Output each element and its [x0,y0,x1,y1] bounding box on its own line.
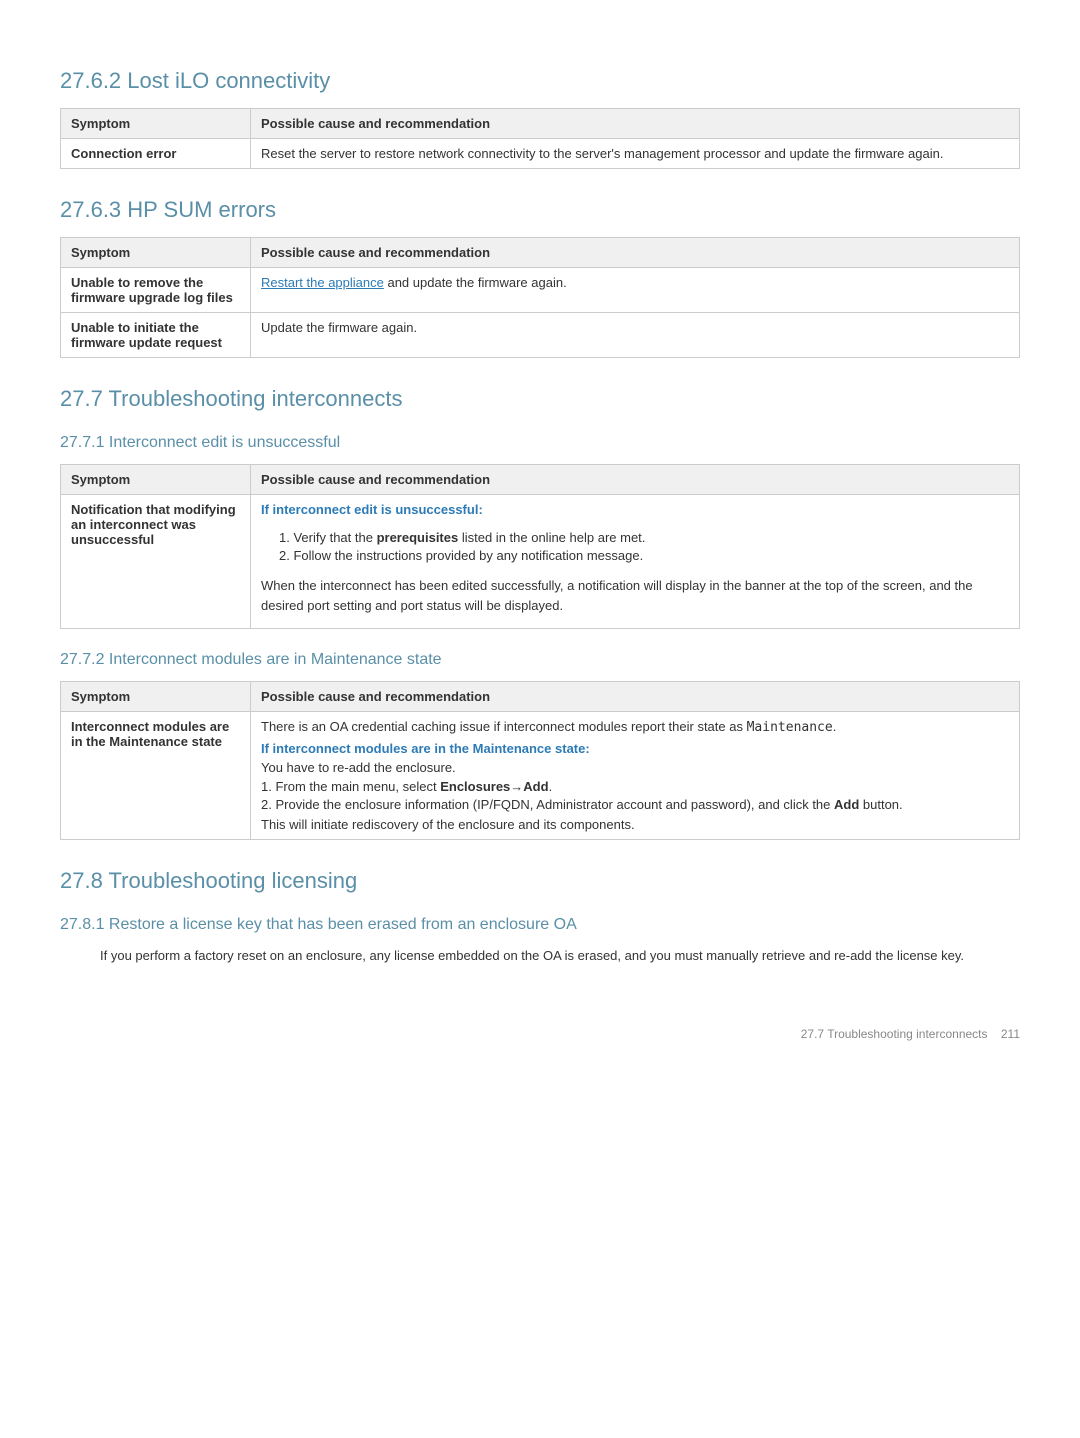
table-row: Unable to remove the firmware upgrade lo… [61,268,1020,313]
section-27-6-3-title: 27.6.3 HP SUM errors [60,197,1020,223]
maintenance-heading: If interconnect modules are in the Maint… [261,741,1009,756]
symptom-cell: Unable to remove the firmware upgrade lo… [61,268,251,313]
symptom-cell: Notification that modifying an interconn… [61,495,251,629]
table-27-7-1: Symptom Possible cause and recommendatio… [60,464,1020,629]
item-after: listed in the online help are met. [458,530,645,545]
item-bold1: Enclosures [440,779,510,794]
list-item: 2. Follow the instructions provided by a… [279,548,1009,563]
table-27-7-2: Symptom Possible cause and recommendatio… [60,681,1020,840]
col-header-recommendation-4: Possible cause and recommendation [251,682,1020,712]
interconnect-edit-list: 1. Verify that the prerequisites listed … [279,523,1009,570]
interconnect-edit-heading: If interconnect edit is unsuccessful: [261,502,1009,517]
item-before: From the main menu, select [275,779,440,794]
link-restart[interactable]: Restart the appliance [261,275,384,290]
section-27-8-1-title: 27.8.1 Restore a license key that has be… [60,916,1020,934]
section-27-7-title: 27.7 Troubleshooting interconnects [60,386,1020,412]
recommendation-cell: If interconnect edit is unsuccessful: 1.… [251,495,1020,629]
item-text: Follow the instructions provided by any … [293,548,643,563]
list-item: 2. Provide the enclosure information (IP… [261,797,1009,812]
table-27-6-3: Symptom Possible cause and recommendatio… [60,237,1020,358]
table-27-6-2: Symptom Possible cause and recommendatio… [60,108,1020,169]
list-item: 1. From the main menu, select Enclosures… [261,779,1009,794]
maintenance-mono: Maintenance [747,720,833,735]
table-row: Notification that modifying an interconn… [61,495,1020,629]
section-27-8-1-body: If you perform a factory reset on an enc… [100,946,1020,967]
recommendation-cell: Restart the appliance and update the fir… [251,268,1020,313]
item-bold: Add [834,797,859,812]
maintenance-body1: You have to re-add the enclosure. [261,760,1009,775]
col-header-recommendation-3: Possible cause and recommendation [251,465,1020,495]
recommendation-cell: There is an OA credential caching issue … [251,712,1020,840]
section-27-8-title: 27.8 Troubleshooting licensing [60,868,1020,894]
footer-page: 211 [1001,1027,1020,1041]
col-header-symptom-2: Symptom [61,238,251,268]
page-footer: 27.7 Troubleshooting interconnects 211 [60,1027,1020,1041]
section-27-7-1-title: 27.7.1 Interconnect edit is unsuccessful [60,434,1020,452]
item-num: 2. [261,797,275,812]
item-bold: prerequisites [377,530,459,545]
item-before: Provide the enclosure information (IP/FQ… [275,797,834,812]
col-header-symptom-4: Symptom [61,682,251,712]
item-num: 2. [279,548,293,563]
col-header-symptom-1: Symptom [61,109,251,139]
maintenance-intro: There is an OA credential caching issue … [261,719,1009,735]
symptom-cell: Unable to initiate the firmware update r… [61,313,251,358]
interconnect-edit-note: When the interconnect has been edited su… [261,576,1009,615]
item-num: 1. [261,779,275,794]
item-num: 1. [279,530,293,545]
section-27-7-2-title: 27.7.2 Interconnect modules are in Maint… [60,651,1020,669]
item-before: Verify that the [293,530,376,545]
maintenance-footer: This will initiate rediscovery of the en… [261,817,1009,832]
item-period: . [549,779,553,794]
symptom-cell: Connection error [61,139,251,169]
item-after: button. [859,797,902,812]
col-header-recommendation-2: Possible cause and recommendation [251,238,1020,268]
text-after-link: and update the firmware again. [384,275,567,290]
col-header-symptom-3: Symptom [61,465,251,495]
table-row: Interconnect modules are in the Maintena… [61,712,1020,840]
footer-text: 27.7 Troubleshooting interconnects [801,1027,988,1041]
recommendation-cell: Update the firmware again. [251,313,1020,358]
table-row: Unable to initiate the firmware update r… [61,313,1020,358]
item-arrow: → [510,779,523,794]
list-item: 1. Verify that the prerequisites listed … [279,530,1009,545]
item-bold2: Add [523,779,548,794]
recommendation-cell: Reset the server to restore network conn… [251,139,1020,169]
maintenance-list: 1. From the main menu, select Enclosures… [261,779,1009,812]
col-header-recommendation-1: Possible cause and recommendation [251,109,1020,139]
symptom-cell: Interconnect modules are in the Maintena… [61,712,251,840]
table-row: Connection error Reset the server to res… [61,139,1020,169]
section-27-6-2-title: 27.6.2 Lost iLO connectivity [60,68,1020,94]
